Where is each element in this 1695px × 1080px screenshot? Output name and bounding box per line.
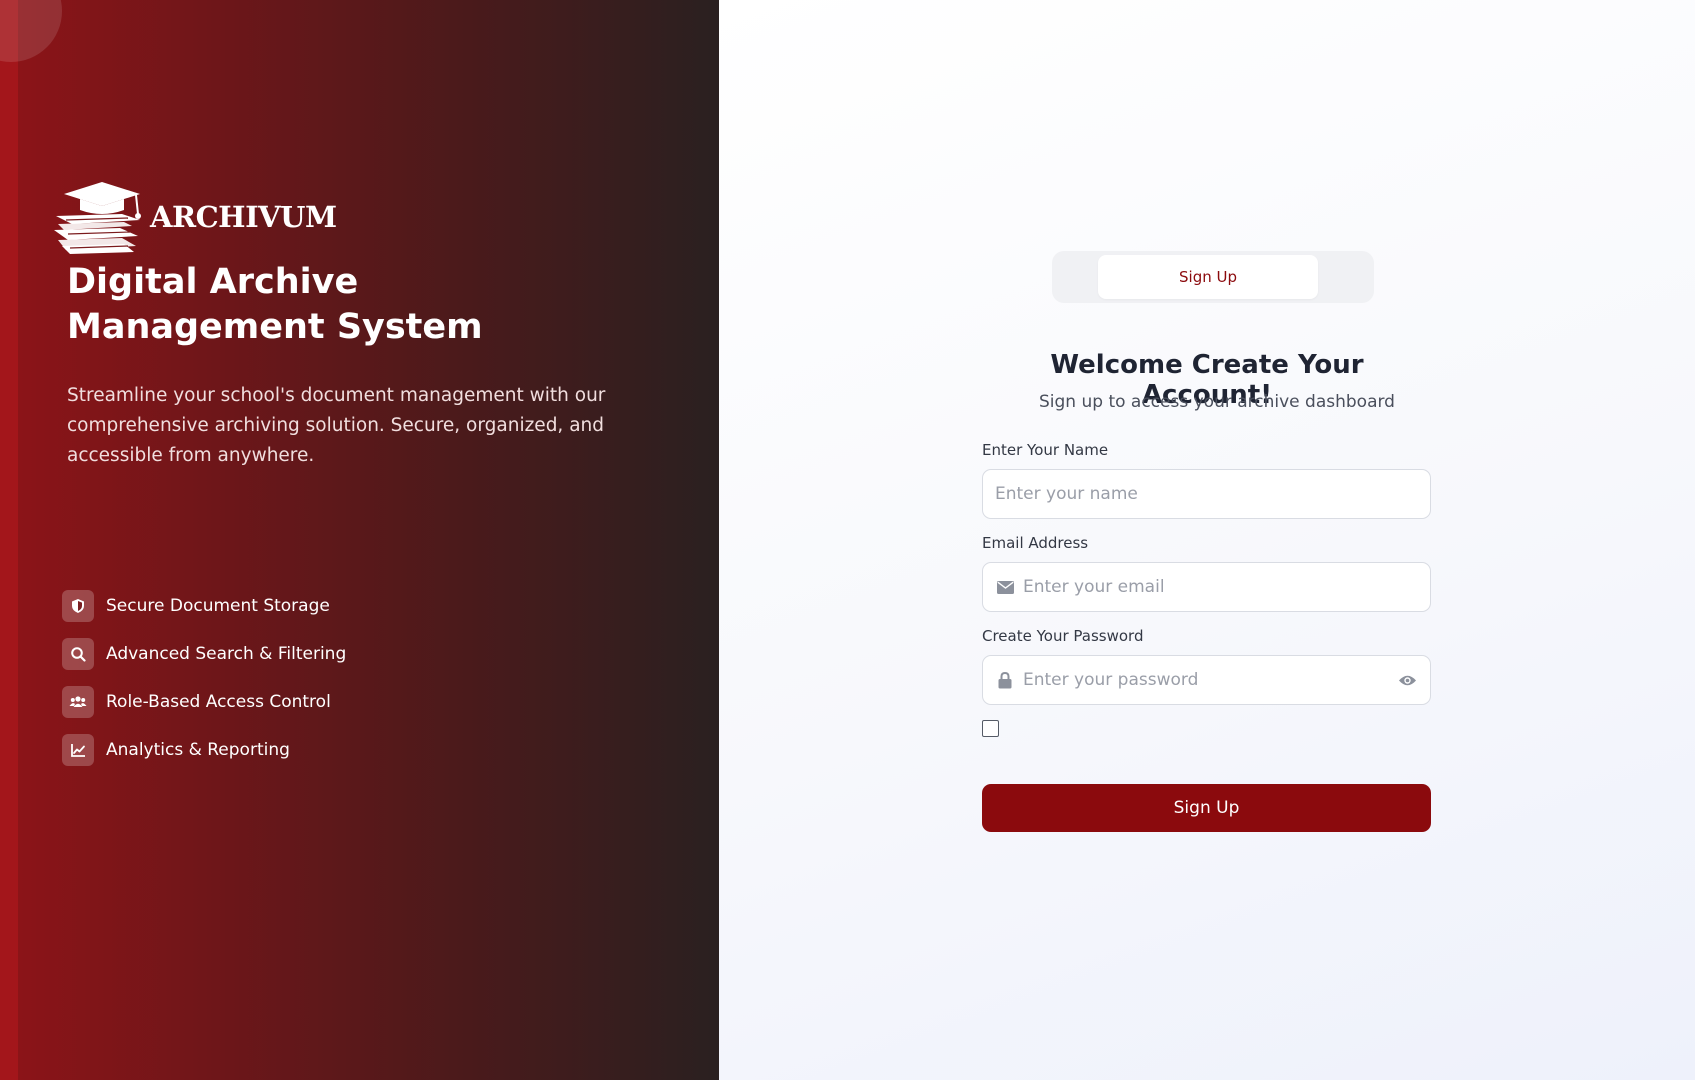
chart-line-icon (62, 734, 94, 766)
email-input[interactable] (1023, 563, 1430, 611)
feature-item: Advanced Search & Filtering (62, 638, 346, 670)
name-field-wrapper (982, 469, 1431, 519)
name-input[interactable] (983, 470, 1430, 518)
feature-label: Analytics & Reporting (106, 740, 290, 760)
tab-sign-up[interactable]: Sign Up (1098, 255, 1318, 299)
feature-label: Role-Based Access Control (106, 692, 331, 712)
accent-edge (0, 0, 18, 1080)
feature-item: Secure Document Storage (62, 590, 346, 622)
envelope-icon (995, 577, 1015, 597)
feature-item: Role-Based Access Control (62, 686, 346, 718)
terms-checkbox[interactable] (982, 720, 999, 737)
name-label: Enter Your Name (982, 441, 1109, 459)
email-field-wrapper (982, 562, 1431, 612)
password-input[interactable] (1023, 656, 1396, 704)
books-cap-logo-icon (54, 182, 141, 254)
feature-label: Secure Document Storage (106, 596, 330, 616)
form-subtitle: Sign up to access your archive dashboard (1039, 392, 1395, 412)
feature-list: Secure Document Storage Advanced Search … (62, 590, 346, 782)
headline-line-2: Management System (67, 307, 483, 347)
feature-label: Advanced Search & Filtering (106, 644, 347, 664)
lock-icon (995, 670, 1015, 690)
eye-icon[interactable] (1396, 669, 1418, 691)
sign-up-button[interactable]: Sign Up (982, 784, 1431, 832)
shield-icon (62, 590, 94, 622)
password-field-wrapper (982, 655, 1431, 705)
auth-tabs: Sign Up (1052, 251, 1374, 303)
email-label: Email Address (982, 534, 1089, 552)
hero-panel: ARCHIVUM Digital Archive Management Syst… (0, 0, 719, 1080)
decorative-circle (0, 0, 62, 62)
auth-panel: Sign Up Welcome Create Your Account! Sig… (719, 0, 1695, 1080)
hero-description: Streamline your school's document manage… (67, 385, 606, 466)
feature-item: Analytics & Reporting (62, 734, 346, 766)
brand-name: ARCHIVUM (150, 200, 337, 234)
users-icon (62, 686, 94, 718)
password-label: Create Your Password (982, 627, 1144, 645)
headline-line-1: Digital Archive (67, 262, 359, 302)
hero-headline: Digital Archive Management System (67, 260, 627, 350)
search-icon (62, 638, 94, 670)
brand-logo: ARCHIVUM (52, 180, 337, 254)
